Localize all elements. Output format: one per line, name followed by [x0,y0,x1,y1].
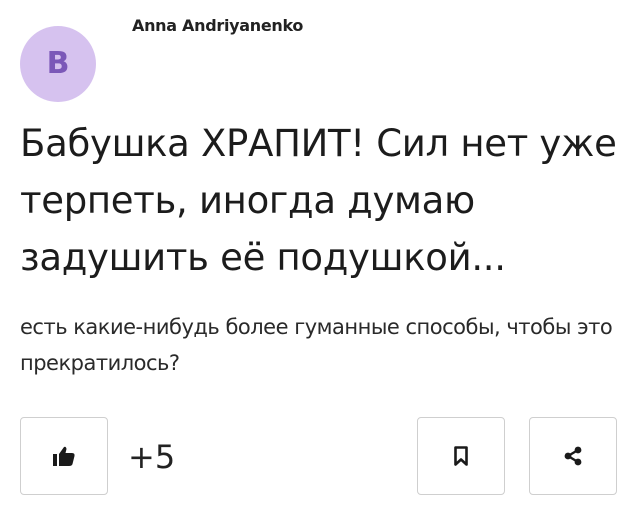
author-row: B Anna Andriyanenko [20,12,620,102]
author-name[interactable]: Anna Andriyanenko [132,16,303,35]
thumbs-up-icon [53,446,75,466]
post-body: есть какие-нибудь более гуманные способы… [20,315,613,375]
avatar[interactable]: B [20,26,96,102]
like-count: +5 [128,438,176,476]
bookmark-button[interactable] [417,417,505,495]
bookmark-icon [454,446,468,466]
post-title: Бабушка ХРАПИТ! Сил нет уже терпеть, ино… [20,122,617,279]
share-button[interactable] [529,417,617,495]
like-button[interactable] [20,417,108,495]
share-icon [563,446,583,466]
